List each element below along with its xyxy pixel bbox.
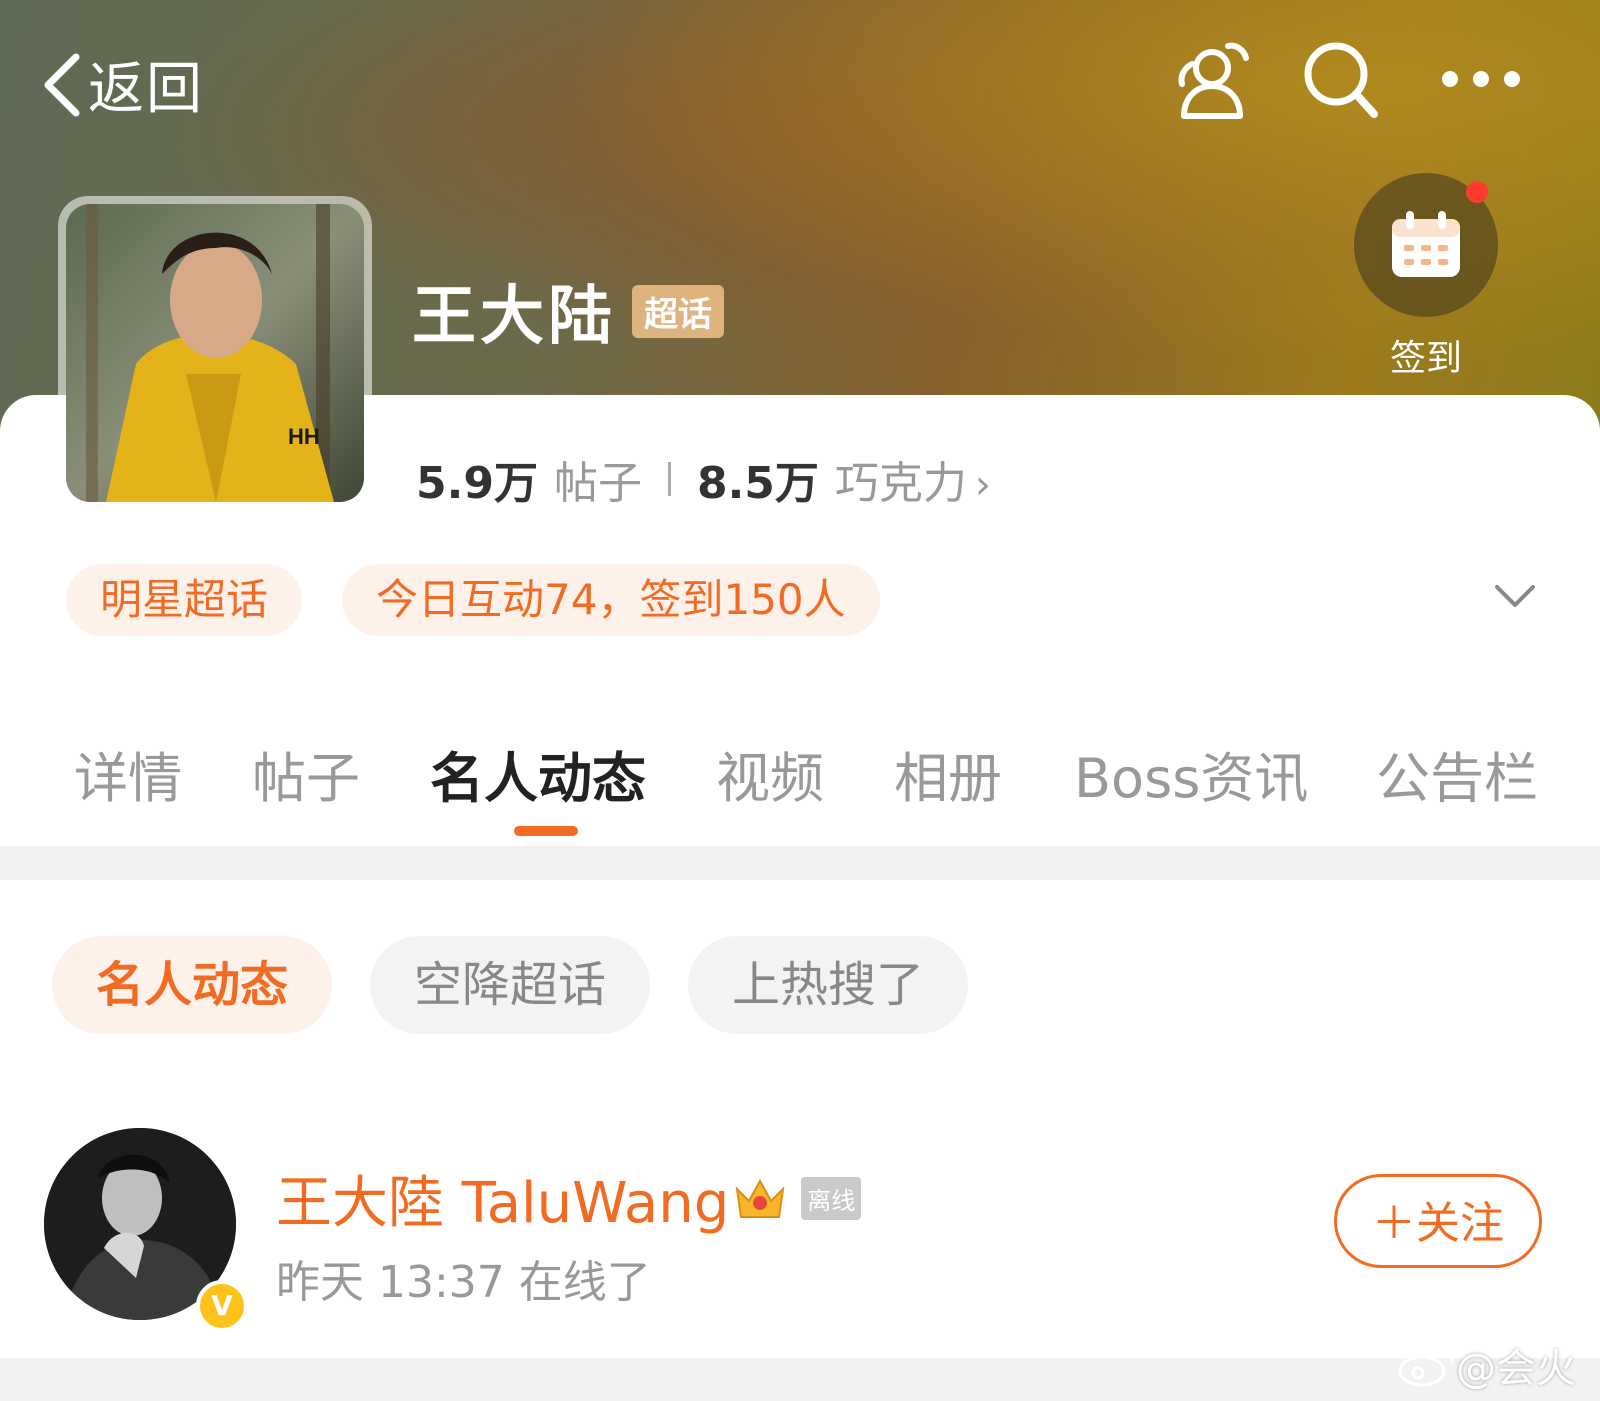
section-divider bbox=[0, 846, 1600, 880]
user-name[interactable]: 王大陸 TaluWang bbox=[276, 1158, 729, 1239]
chocolate-stat[interactable]: 8.5万 巧克力 › bbox=[697, 447, 991, 511]
user-card: V 王大陸 TaluWang 离线 昨天 13:37 在线了 ＋关注 bbox=[44, 1128, 1564, 1332]
watermark: @会火 bbox=[1396, 1336, 1576, 1394]
weibo-logo-icon bbox=[1398, 1347, 1454, 1387]
filter-airdrop[interactable]: 空降超话 bbox=[370, 936, 651, 1034]
category-chip[interactable]: 明星超话 bbox=[66, 564, 303, 636]
chocolate-count: 8.5万 bbox=[696, 458, 819, 509]
notification-dot bbox=[1466, 181, 1488, 203]
bottom-divider bbox=[0, 1358, 1600, 1401]
follow-button[interactable]: ＋关注 bbox=[1334, 1174, 1542, 1268]
watermark-text: @会火 bbox=[1456, 1346, 1576, 1392]
tab-posts[interactable]: 帖子 bbox=[252, 734, 360, 813]
posts-count: 5.9万 bbox=[416, 458, 538, 509]
tab-videos[interactable]: 视频 bbox=[716, 734, 824, 813]
status-badge: 离线 bbox=[801, 1177, 862, 1220]
user-name-line: 王大陸 TaluWang 离线 bbox=[276, 1158, 862, 1239]
tab-bulletin[interactable]: 公告栏 bbox=[1376, 734, 1538, 813]
more-dots-icon[interactable] bbox=[1436, 64, 1526, 94]
topic-chip-row: 明星超话 今日互动74，签到150人 bbox=[66, 564, 920, 636]
topic-cover-image: HH bbox=[58, 196, 372, 510]
topic-title: 王大陆 bbox=[412, 280, 616, 354]
activity-chip[interactable]: 今日互动74，签到150人 bbox=[342, 564, 880, 636]
last-online-text: 昨天 13:37 在线了 bbox=[276, 1257, 651, 1308]
verified-badge: V bbox=[196, 1280, 248, 1332]
chevron-down-icon[interactable] bbox=[1494, 584, 1536, 610]
tab-bar: 详情 帖子 名人动态 视频 相册 Boss资讯 公告栏 bbox=[0, 734, 1600, 836]
tab-details[interactable]: 详情 bbox=[74, 734, 182, 813]
stats-divider bbox=[667, 462, 671, 496]
cover-photo-icon: HH bbox=[66, 204, 364, 502]
search-icon[interactable] bbox=[1300, 38, 1384, 122]
back-chevron-icon bbox=[44, 53, 80, 116]
calendar-icon bbox=[1392, 211, 1460, 277]
supertopic-tag: 超话 bbox=[632, 284, 724, 338]
filter-celebrity-updates[interactable]: 名人动态 bbox=[52, 936, 333, 1034]
chevron-right-icon: › bbox=[974, 462, 991, 508]
active-tab-indicator bbox=[514, 826, 578, 836]
checkin-circle bbox=[1354, 173, 1498, 317]
topic-title-row: 王大陆 超话 bbox=[412, 265, 724, 357]
back-label: 返回 bbox=[88, 57, 204, 122]
people-group-icon[interactable] bbox=[1170, 38, 1254, 122]
tab-celebrity-updates[interactable]: 名人动态 bbox=[430, 734, 646, 813]
tab-album[interactable]: 相册 bbox=[894, 734, 1002, 813]
checkin-label: 签到 bbox=[1389, 338, 1462, 379]
topic-stats: 5.9万 帖子 8.5万 巧克力 › bbox=[416, 447, 991, 511]
posts-label: 帖子 bbox=[553, 458, 642, 509]
back-button[interactable]: 返回 bbox=[40, 44, 204, 125]
tab-boss-news[interactable]: Boss资讯 bbox=[1074, 734, 1308, 813]
filter-row: 名人动态 空降超话 上热搜了 bbox=[52, 936, 1006, 1034]
checkin-button[interactable]: 签到 bbox=[1354, 173, 1498, 381]
filter-trending[interactable]: 上热搜了 bbox=[688, 936, 969, 1034]
svg-text:HH: HH bbox=[288, 424, 320, 449]
chocolate-label: 巧克力 bbox=[834, 458, 967, 509]
crown-icon bbox=[735, 1178, 785, 1218]
